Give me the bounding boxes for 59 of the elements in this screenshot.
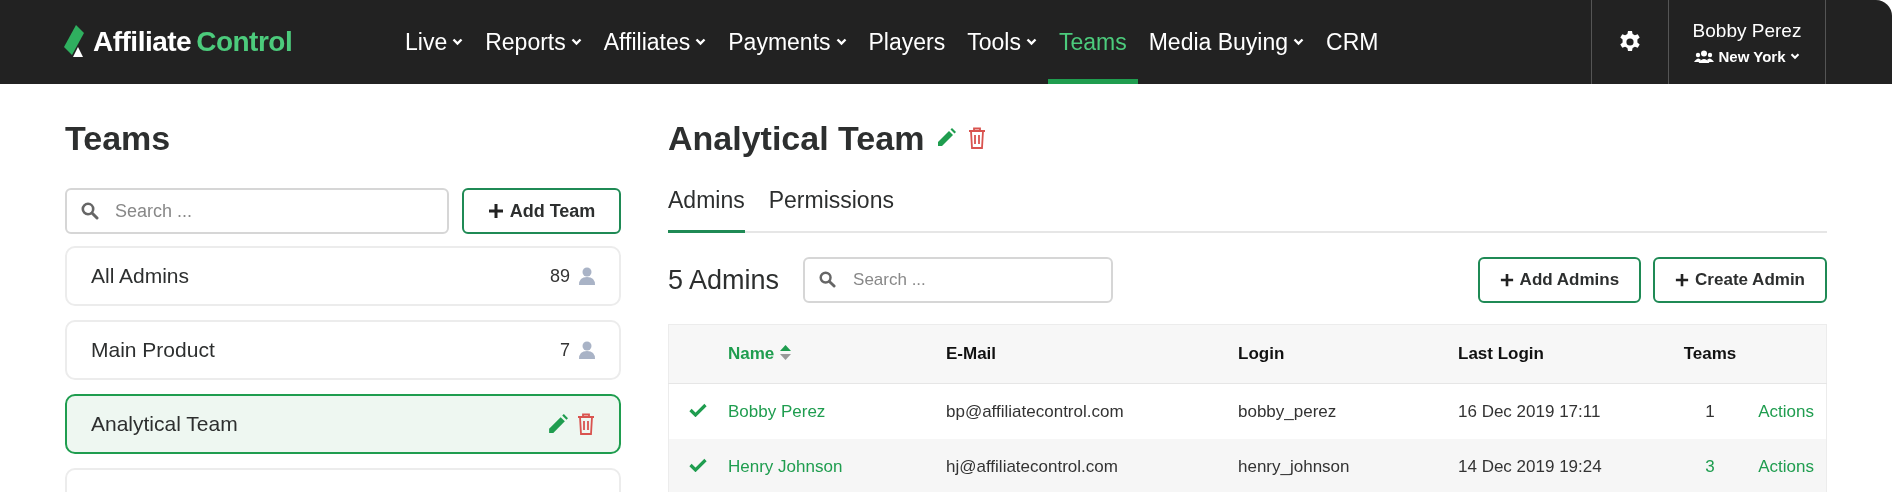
pencil-icon[interactable] — [547, 413, 568, 435]
table-cell: 14 Dec 2019 19:24 — [1458, 456, 1602, 476]
nav-item[interactable]: Payments — [717, 0, 858, 84]
trash-icon[interactable] — [577, 413, 595, 435]
team-name: Analytical Team — [91, 412, 238, 436]
table-cell: hj@affiliatecontrol.com — [946, 456, 1118, 476]
column-header: E-Mail — [945, 324, 1237, 384]
column-header: Login — [1237, 324, 1457, 384]
add-team-button[interactable]: Add Team — [462, 188, 621, 234]
nav-item[interactable]: Reports — [474, 0, 593, 84]
tab[interactable]: Admins — [668, 177, 745, 233]
search-field[interactable]: Search ... — [803, 257, 1114, 303]
nav-item[interactable]: CRM — [1315, 0, 1390, 84]
team-item[interactable]: All Admins 89 — [65, 246, 621, 306]
team-name: Main Product — [91, 338, 215, 362]
pencil-icon[interactable] — [936, 128, 957, 148]
table-cell: bobby_perez — [1238, 401, 1337, 421]
table-cell: 16 Dec 2019 17:11 — [1458, 401, 1601, 421]
column-header: Teams — [1664, 324, 1756, 384]
search-icon — [81, 202, 99, 220]
search-icon — [819, 271, 837, 288]
table-cell: bp@affiliatecontrol.com — [946, 401, 1124, 421]
nav-item[interactable]: Tools — [956, 0, 1048, 84]
actions-link[interactable]: Actions — [1758, 401, 1814, 421]
add-button[interactable]: Create Admin — [1653, 257, 1827, 303]
settings-icon[interactable] — [1618, 30, 1642, 54]
plus-icon — [487, 203, 504, 219]
brand-name: Affiliate — [93, 26, 192, 58]
nav-item[interactable]: Players — [857, 0, 957, 84]
nav-item[interactable]: Teams — [1047, 0, 1138, 84]
member-count: 7 — [560, 339, 570, 361]
team-name: All Admins — [91, 264, 190, 288]
user-name: Bobby Perez — [1692, 19, 1802, 42]
users-icon — [1693, 49, 1714, 63]
sort-icon — [780, 345, 792, 360]
team-title: Analytical Team — [668, 118, 925, 158]
table-cell: 1 — [1705, 401, 1715, 421]
team-item[interactable]: Main Product 7 — [65, 320, 621, 380]
tab[interactable]: Permissions — [768, 177, 894, 233]
member-count: 89 — [549, 265, 570, 287]
chevron-down-icon — [1790, 52, 1801, 60]
admin-count: 5 Admins — [668, 264, 780, 296]
search-field[interactable]: Search ... — [65, 188, 449, 234]
brand-name-accent: Control — [196, 26, 293, 58]
page-title: Teams — [65, 118, 172, 158]
plus-icon — [1675, 273, 1690, 287]
plus-icon — [1499, 273, 1514, 287]
add-button[interactable]: Add Admins — [1477, 257, 1642, 303]
team-selector[interactable]: New York — [1693, 47, 1801, 65]
user-icon — [579, 267, 595, 285]
table-cell: henry_johnson — [1238, 456, 1350, 476]
user-icon — [579, 341, 595, 359]
admin-name-link[interactable]: Bobby Perez — [728, 401, 826, 421]
trash-icon[interactable] — [968, 127, 987, 149]
nav-item[interactable]: Affiliates — [592, 0, 718, 84]
nav-item[interactable]: Media Buying — [1137, 0, 1316, 84]
nav-item[interactable]: Live — [394, 0, 475, 84]
team-item[interactable]: Analytical Team — [65, 394, 621, 454]
column-header: Last Login — [1457, 324, 1664, 384]
